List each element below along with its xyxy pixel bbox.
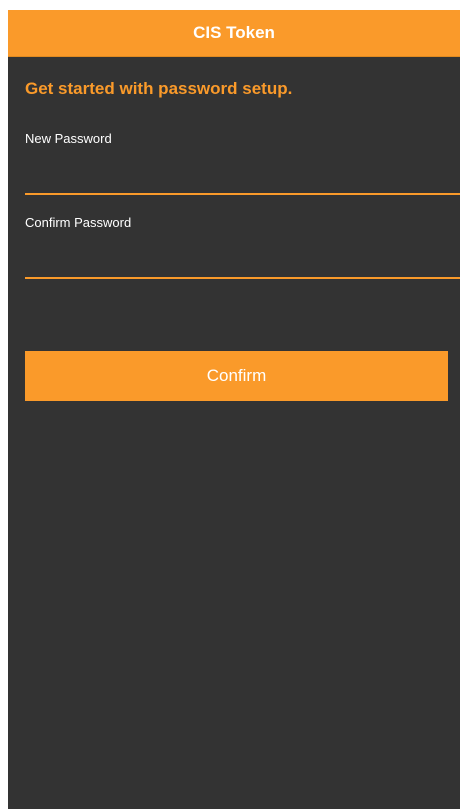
nav-title: CIS Token	[193, 23, 275, 42]
page-heading: Get started with password setup.	[25, 79, 293, 98]
new-password-field[interactable]	[25, 155, 460, 195]
navigation-bar: CIS Token	[8, 10, 460, 57]
confirm-button[interactable]: Confirm	[25, 351, 448, 401]
app-screen: CIS Token Get started with password setu…	[8, 10, 460, 809]
confirm-password-label: Confirm Password	[25, 215, 132, 230]
confirm-password-field[interactable]	[25, 239, 460, 279]
new-password-label: New Password	[25, 131, 112, 146]
